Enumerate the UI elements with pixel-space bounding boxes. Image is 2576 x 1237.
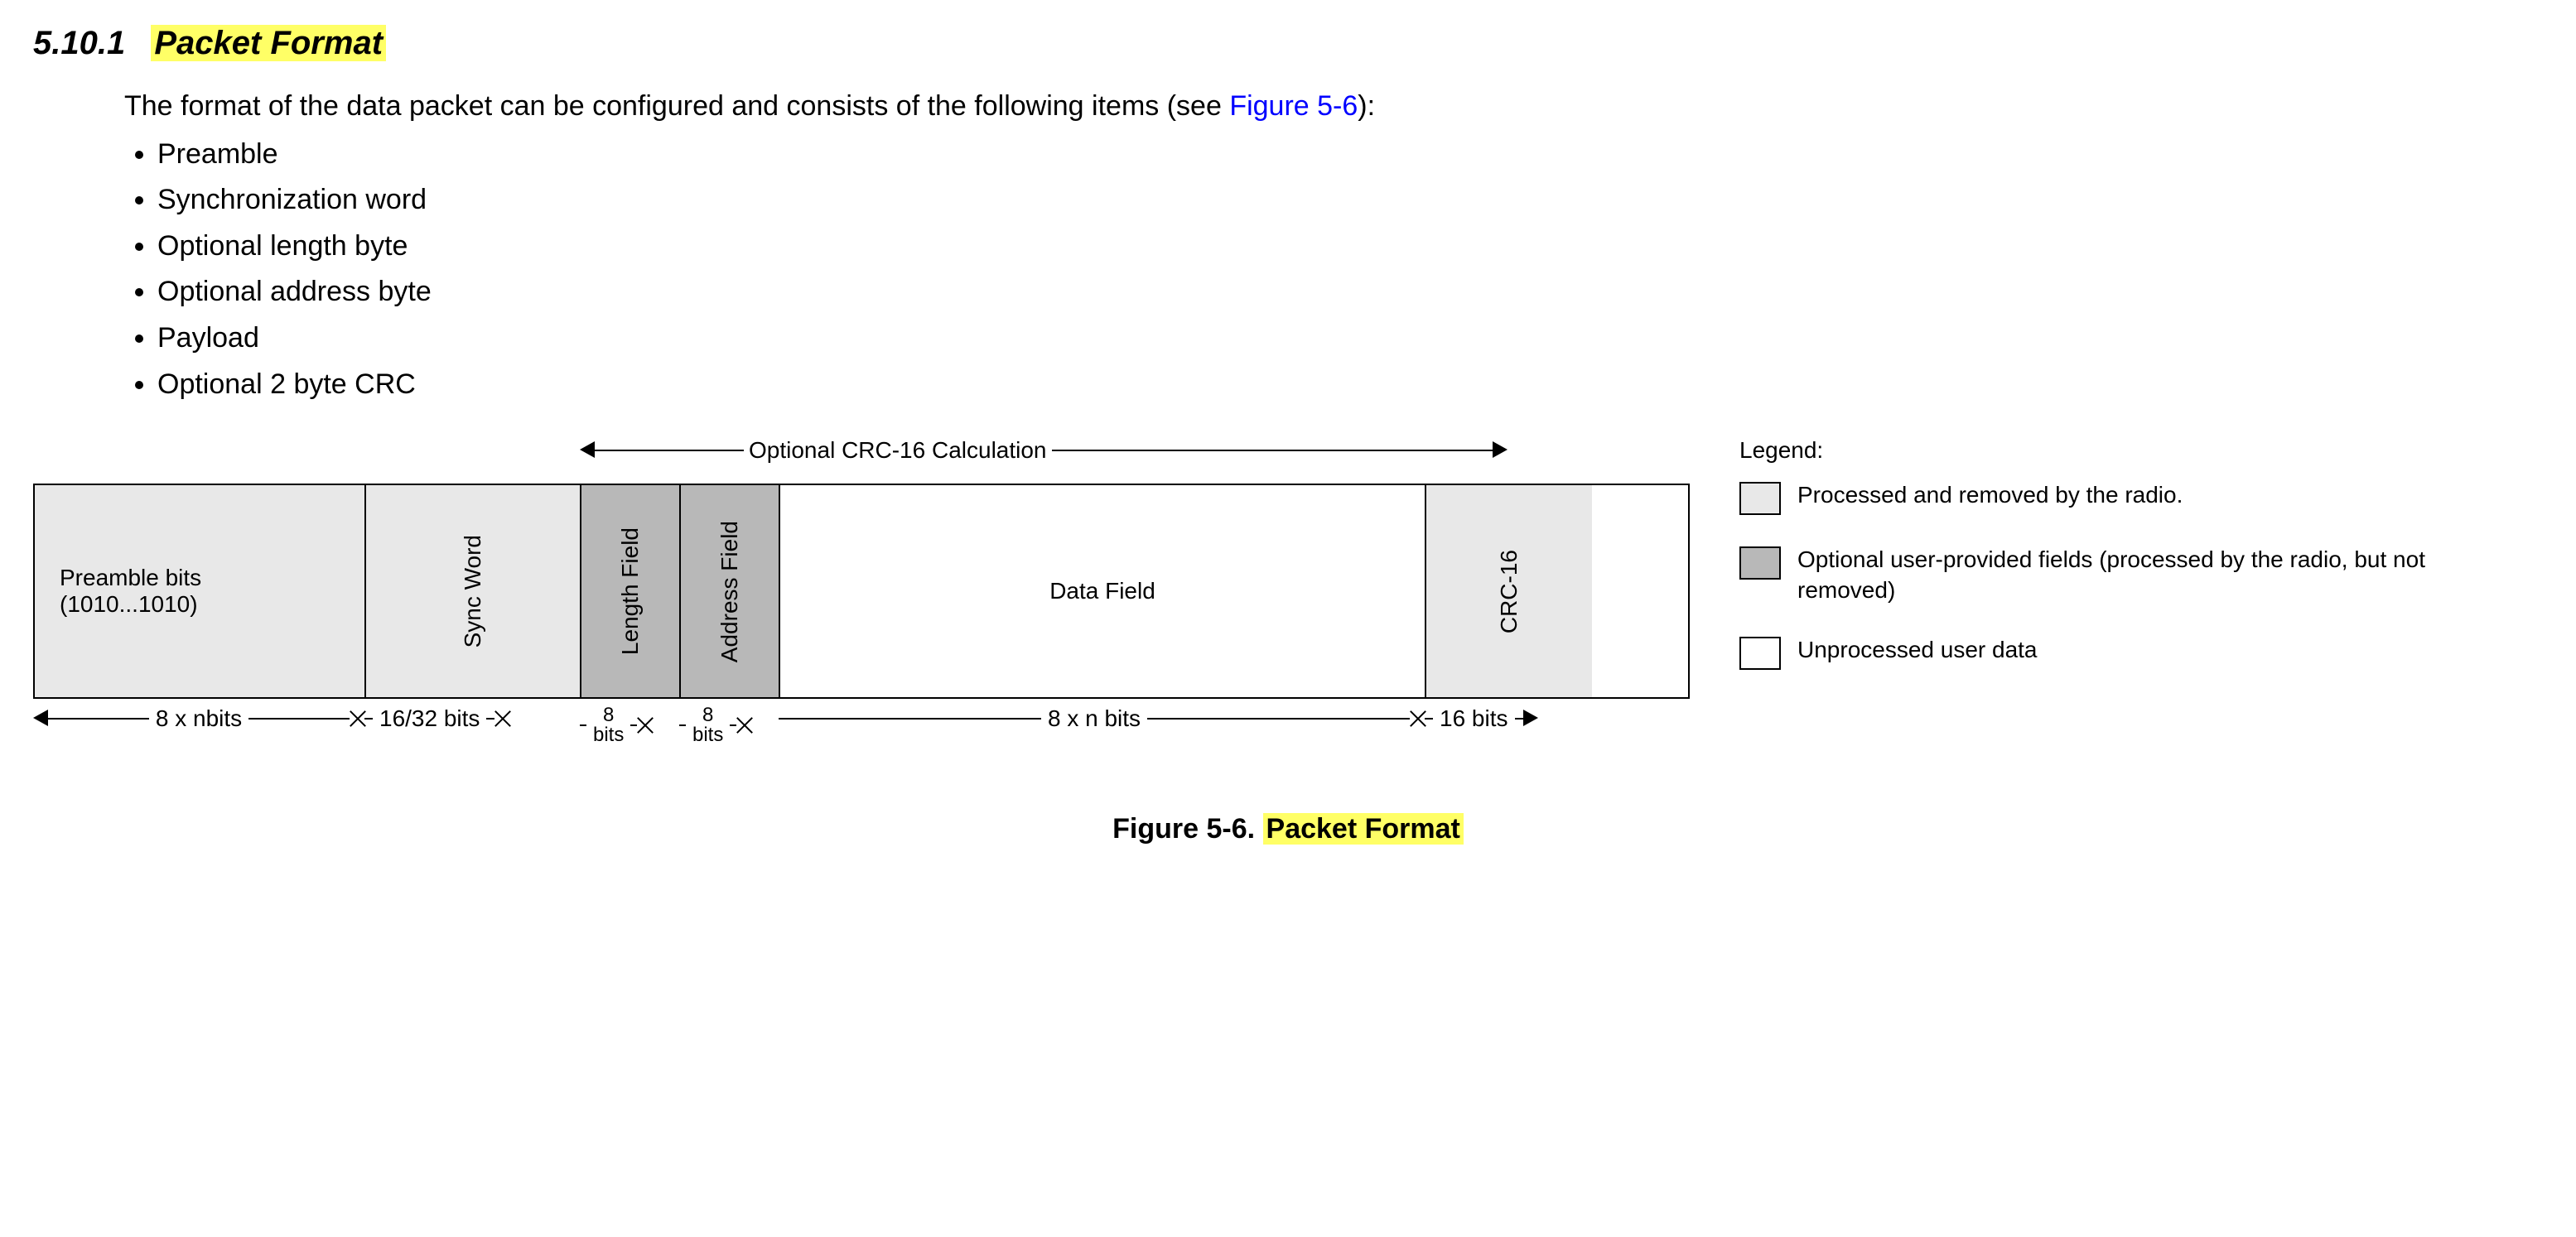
length-label: Length Field [617, 527, 644, 655]
legend-text: Unprocessed user data [1797, 635, 2038, 665]
preamble-line2: (1010...1010) [60, 591, 198, 618]
field-sync: Sync Word [366, 485, 581, 697]
intro-before: The format of the data packet can be con… [124, 90, 1229, 122]
caption-prefix: Figure 5-6. [1112, 813, 1262, 845]
legend-title: Legend: [1739, 437, 2543, 464]
dim-preamble-label: 8 x nbits [149, 705, 248, 732]
data-label: Data Field [1049, 578, 1155, 604]
list-item: Preamble [157, 135, 2543, 175]
legend-row: Processed and removed by the radio. [1739, 480, 2543, 515]
dim-sync-label: 16/32 bits [373, 705, 486, 732]
packet-diagram: Optional CRC-16 Calculation Preamble bit… [33, 437, 1690, 772]
figure-link[interactable]: Figure 5-6 [1229, 90, 1358, 122]
legend-swatch-white [1739, 637, 1781, 670]
arrow-right-icon [1493, 437, 1507, 464]
intro-after: ): [1358, 90, 1375, 122]
intro-paragraph: The format of the data packet can be con… [124, 87, 2543, 127]
dim-tick-icon [736, 718, 751, 733]
dim-length-bot: bits [593, 725, 624, 745]
dim-sync: 16/32 bits [364, 705, 580, 732]
dim-tick-icon [1410, 711, 1425, 726]
arrow-right-icon [1523, 705, 1538, 732]
caption-title: Packet Format [1263, 813, 1464, 845]
crc-span-label: Optional CRC-16 Calculation [744, 437, 1052, 464]
dim-data-label: 8 x n bits [1041, 705, 1147, 732]
list-item: Payload [157, 319, 2543, 359]
field-data: Data Field [780, 485, 1426, 697]
field-address: Address Field [681, 485, 780, 697]
item-list: Preamble Synchronization word Optional l… [157, 135, 2543, 405]
packet-fields-row: Preamble bits (1010...1010) Sync Word Le… [33, 484, 1690, 699]
dim-preamble: 8 x nbits [33, 705, 364, 732]
legend-row: Optional user-provided fields (processed… [1739, 545, 2543, 605]
section-title: Packet Format [151, 25, 386, 61]
list-item: Optional address byte [157, 272, 2543, 312]
dimensions-row: 8 x nbits 16/32 bits 8 bits [33, 705, 1690, 772]
legend-swatch-dark [1739, 546, 1781, 580]
dim-length: 8 bits [580, 705, 679, 745]
legend: Legend: Processed and removed by the rad… [1739, 437, 2543, 700]
section-number: 5.10.1 [33, 25, 142, 61]
dim-tick-icon [494, 711, 509, 726]
legend-row: Unprocessed user data [1739, 635, 2543, 670]
dim-crc: 16 bits [1425, 705, 1590, 732]
arrow-left-icon [580, 437, 595, 464]
dim-length-top: 8 [603, 705, 614, 725]
legend-text: Processed and removed by the radio. [1797, 480, 2183, 510]
dim-address-bot: bits [692, 725, 723, 745]
legend-swatch-light [1739, 482, 1781, 515]
field-length: Length Field [581, 485, 681, 697]
list-item: Synchronization word [157, 180, 2543, 220]
dim-tick-icon [350, 711, 364, 726]
dim-data: 8 x n bits [779, 705, 1425, 732]
field-preamble: Preamble bits (1010...1010) [35, 485, 366, 697]
list-item: Optional length byte [157, 227, 2543, 267]
address-label: Address Field [716, 521, 743, 662]
crc-span-indicator: Optional CRC-16 Calculation [580, 437, 1507, 464]
section-heading: 5.10.1 Packet Format [33, 25, 2543, 62]
figure-caption: Figure 5-6. Packet Format [33, 813, 2543, 845]
list-item: Optional 2 byte CRC [157, 365, 2543, 405]
crc-label: CRC-16 [1496, 550, 1522, 633]
dim-tick-icon [637, 718, 652, 733]
arrow-left-icon [33, 705, 48, 732]
preamble-line1: Preamble bits [60, 565, 201, 591]
field-crc: CRC-16 [1426, 485, 1592, 697]
dim-crc-label: 16 bits [1433, 705, 1515, 732]
legend-text: Optional user-provided fields (processed… [1797, 545, 2427, 605]
sync-label: Sync Word [460, 535, 486, 647]
dim-address: 8 bits [679, 705, 779, 745]
dim-address-top: 8 [702, 705, 713, 725]
